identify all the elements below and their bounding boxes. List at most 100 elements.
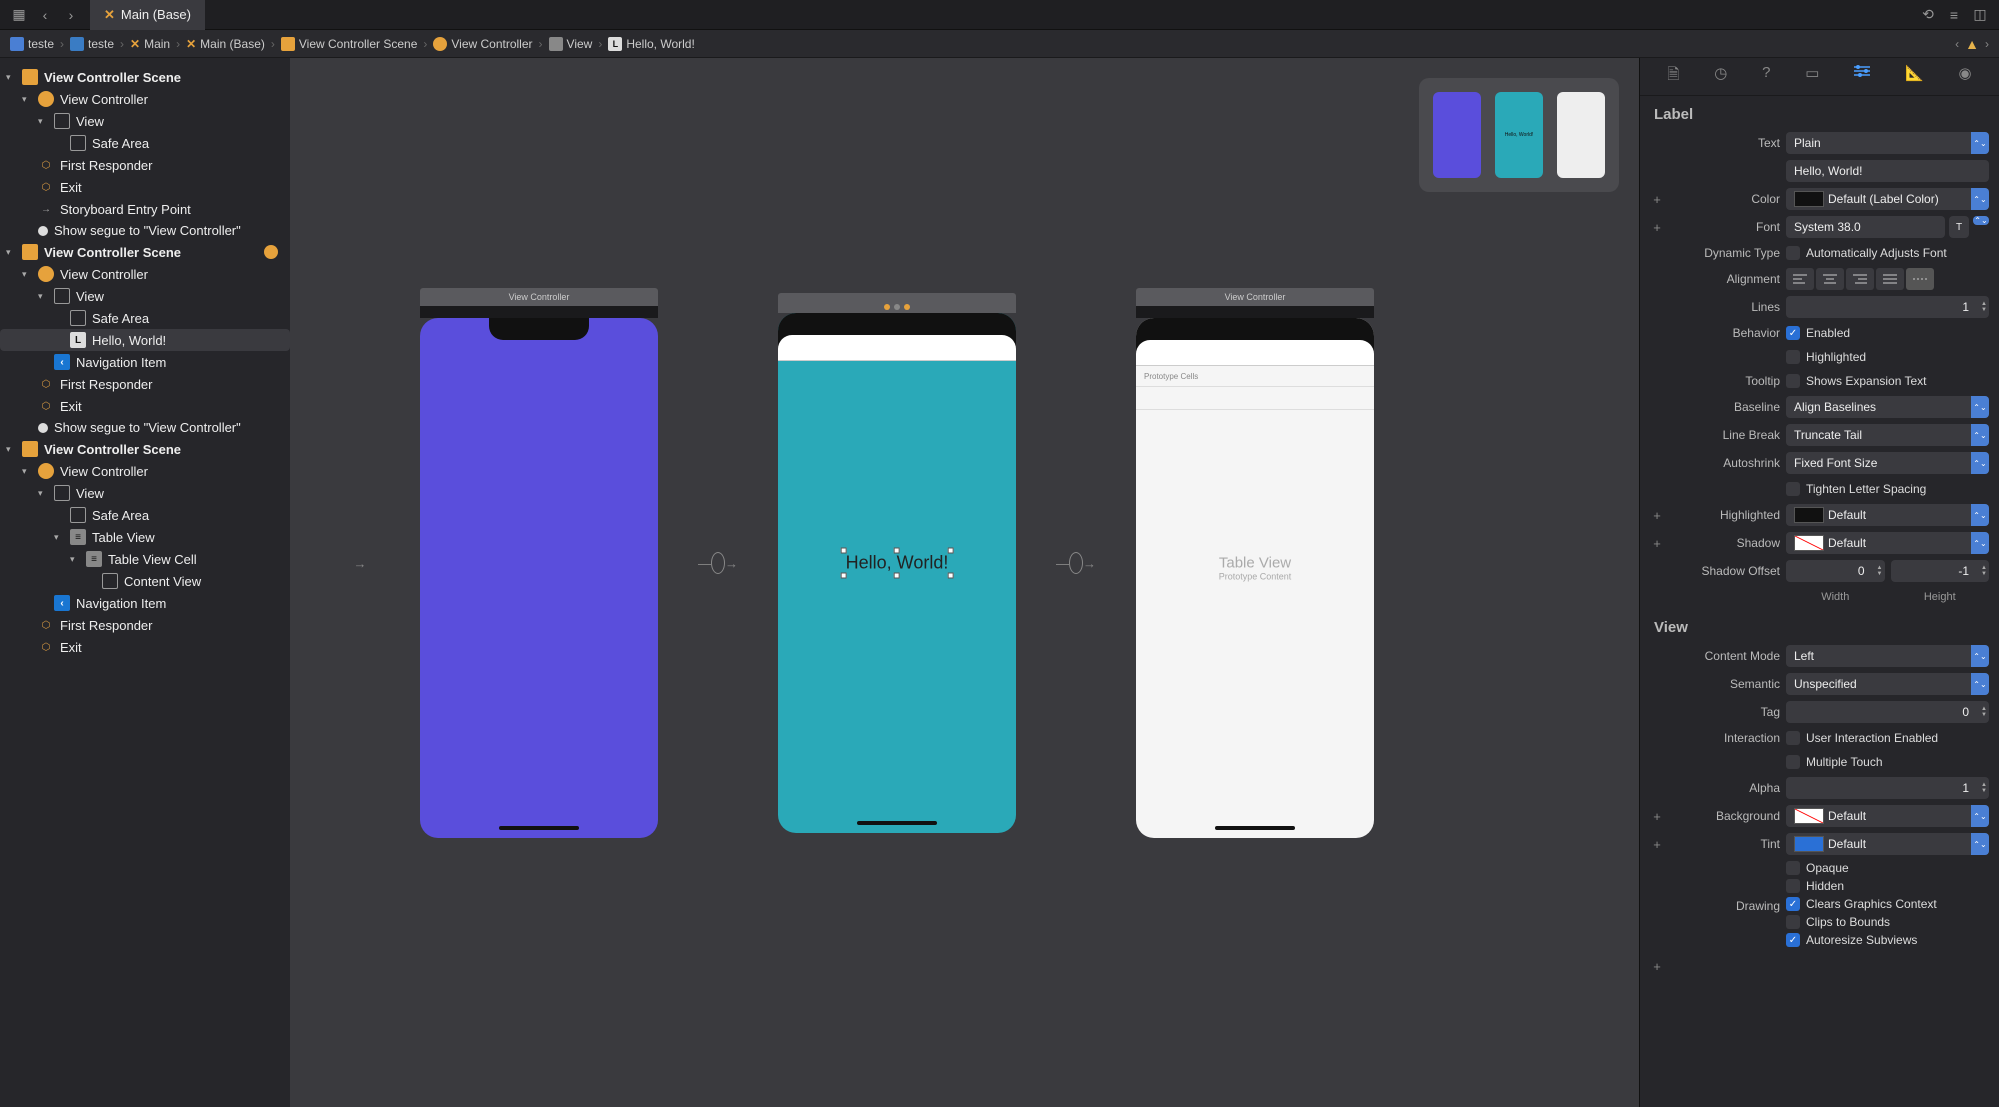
add-highlighted-button[interactable]: + [1650, 508, 1664, 523]
background-select[interactable]: Default⌃⌄ [1786, 805, 1989, 827]
shadow-width-stepper[interactable]: 0▲▼ [1786, 560, 1885, 582]
drawing-opaque-checkbox[interactable] [1786, 861, 1800, 875]
align-center-button[interactable] [1816, 268, 1844, 290]
outline-item[interactable]: ⬡Exit [0, 636, 290, 658]
bc-view[interactable]: View [549, 37, 593, 51]
align-justify-button[interactable] [1876, 268, 1904, 290]
identity-inspector-icon[interactable]: ▭ [1805, 64, 1819, 89]
bc-hello[interactable]: LHello, World! [608, 37, 694, 51]
forward-icon[interactable]: › [60, 4, 82, 26]
minimap[interactable]: Hello, World! [1419, 78, 1619, 192]
bc-vc[interactable]: View Controller [433, 37, 532, 51]
add-color-button[interactable]: + [1650, 192, 1664, 207]
warning-icon[interactable]: ▲ [1965, 36, 1979, 52]
font-field[interactable]: System 38.0 [1786, 216, 1945, 238]
text-value-field[interactable]: Hello, World! [1786, 160, 1989, 182]
scene-vc2[interactable]: Hello, World! [778, 293, 1016, 833]
outline-scene-header[interactable]: ▾View Controller Scene [0, 438, 290, 460]
drawing-clips-to-bounds-checkbox[interactable] [1786, 915, 1800, 929]
grid-icon[interactable]: ▦ [8, 4, 30, 26]
outline-item[interactable]: ▾View [0, 482, 290, 504]
outline-item[interactable]: ▾View Controller [0, 263, 290, 285]
outline-scene-header[interactable]: ▾View Controller Scene [0, 66, 290, 88]
tooltip-checkbox[interactable] [1786, 374, 1800, 388]
hello-label[interactable]: Hello, World! [844, 550, 951, 575]
back-icon[interactable]: ‹ [34, 4, 56, 26]
drawing-clears-graphics-context-checkbox[interactable]: ✓ [1786, 897, 1800, 911]
outline-item[interactable]: ⬡First Responder [0, 154, 290, 176]
autoshrink-select[interactable]: Fixed Font Size⌃⌄ [1786, 452, 1989, 474]
baseline-select[interactable]: Align Baselines⌃⌄ [1786, 396, 1989, 418]
outline-item[interactable]: ⬡Exit [0, 176, 290, 198]
add-drawing-button[interactable]: + [1650, 959, 1664, 974]
multitouch-checkbox[interactable] [1786, 755, 1800, 769]
drawing-autoresize-subviews-checkbox[interactable]: ✓ [1786, 933, 1800, 947]
scene-vc1[interactable]: View Controller [420, 288, 658, 838]
bc-next-icon[interactable]: › [1985, 37, 1989, 51]
tint-select[interactable]: Default⌃⌄ [1786, 833, 1989, 855]
scene-vc3[interactable]: View Controller Prototype Cells Table Vi… [1136, 288, 1374, 838]
tag-stepper[interactable]: 0▲▼ [1786, 701, 1989, 723]
outline-item[interactable]: Content View [0, 570, 290, 592]
outline-item[interactable]: ▾View [0, 285, 290, 307]
outline-item[interactable]: ‹Navigation Item [0, 592, 290, 614]
contentmode-select[interactable]: Left⌃⌄ [1786, 645, 1989, 667]
minimap-vc2[interactable]: Hello, World! [1495, 92, 1543, 178]
outline-item[interactable]: →Storyboard Entry Point [0, 198, 290, 220]
segue-1-icon[interactable]: —→ [698, 552, 738, 574]
outline-item[interactable]: Show segue to "View Controller" [0, 417, 290, 438]
bc-mainbase[interactable]: ✕Main (Base) [186, 37, 265, 51]
lines-icon[interactable]: ≡ [1943, 4, 1965, 26]
dynamic-type-checkbox[interactable] [1786, 246, 1800, 260]
outline-item[interactable]: ▾≡Table View [0, 526, 290, 548]
outline-item[interactable]: ⬡First Responder [0, 614, 290, 636]
add-background-button[interactable]: + [1650, 809, 1664, 824]
help-inspector-icon[interactable]: ? [1762, 64, 1770, 89]
outline-scene-header[interactable]: ▾View Controller Scene [0, 241, 290, 263]
font-picker-button[interactable]: T [1949, 216, 1969, 238]
bc-prev-icon[interactable]: ‹ [1955, 37, 1959, 51]
shadow-color-select[interactable]: Default⌃⌄ [1786, 532, 1989, 554]
outline-item[interactable]: ▾≡Table View Cell [0, 548, 290, 570]
file-tab[interactable]: ✕ Main (Base) [90, 0, 205, 30]
add-shadow-button[interactable]: + [1650, 536, 1664, 551]
align-natural-button[interactable] [1906, 268, 1934, 290]
uie-checkbox[interactable] [1786, 731, 1800, 745]
panel-icon[interactable]: ◫ [1969, 4, 1991, 26]
lines-stepper[interactable]: 1▲▼ [1786, 296, 1989, 318]
connections-inspector-icon[interactable]: ◉ [1958, 64, 1971, 89]
align-right-button[interactable] [1846, 268, 1874, 290]
add-tint-button[interactable]: + [1650, 837, 1664, 852]
highlighted-color-select[interactable]: Default⌃⌄ [1786, 504, 1989, 526]
attributes-inspector-icon[interactable] [1854, 64, 1870, 89]
outline-item[interactable]: ⬡Exit [0, 395, 290, 417]
bc-scene[interactable]: View Controller Scene [281, 37, 418, 51]
size-inspector-icon[interactable]: 📐 [1905, 64, 1924, 89]
minimap-vc3[interactable] [1557, 92, 1605, 178]
outline-item[interactable]: Show segue to "View Controller" [0, 220, 290, 241]
bc-main[interactable]: ✕Main [130, 37, 170, 51]
shadow-height-stepper[interactable]: -1▲▼ [1891, 560, 1990, 582]
semantic-select[interactable]: Unspecified⌃⌄ [1786, 673, 1989, 695]
outline-item[interactable]: ▾View [0, 110, 290, 132]
align-left-button[interactable] [1786, 268, 1814, 290]
text-mode-select[interactable]: Plain⌃⌄ [1786, 132, 1989, 154]
color-select[interactable]: Default (Label Color)⌃⌄ [1786, 188, 1989, 210]
file-inspector-icon[interactable]: 🗎 [1667, 64, 1679, 89]
outline-item[interactable]: LHello, World! [0, 329, 290, 351]
segue-2-icon[interactable]: —→ [1056, 552, 1096, 574]
refresh-icon[interactable]: ⟲ [1917, 4, 1939, 26]
alpha-stepper[interactable]: 1▲▼ [1786, 777, 1989, 799]
outline-item[interactable]: Safe Area [0, 504, 290, 526]
history-inspector-icon[interactable]: ◷ [1714, 64, 1727, 89]
enabled-checkbox[interactable]: ✓ [1786, 326, 1800, 340]
linebreak-select[interactable]: Truncate Tail⌃⌄ [1786, 424, 1989, 446]
outline-item[interactable]: ▾View Controller [0, 88, 290, 110]
outline-item[interactable]: Safe Area [0, 132, 290, 154]
outline-item[interactable]: ‹Navigation Item [0, 351, 290, 373]
bc-folder[interactable]: teste [70, 37, 114, 51]
highlighted-checkbox[interactable] [1786, 350, 1800, 364]
outline-item[interactable]: Safe Area [0, 307, 290, 329]
bc-project[interactable]: teste [10, 37, 54, 51]
drawing-hidden-checkbox[interactable] [1786, 879, 1800, 893]
